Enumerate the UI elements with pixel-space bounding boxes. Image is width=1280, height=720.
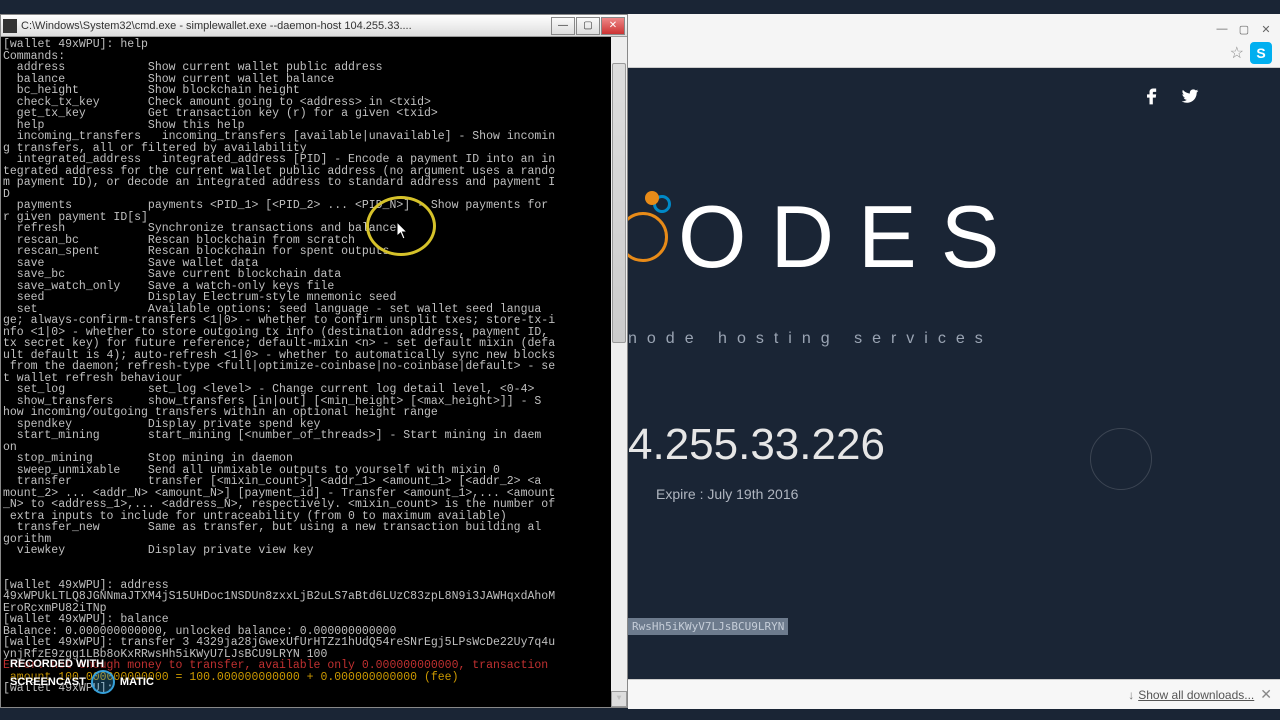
browser-chrome: — ▢ ✕ ☆ S <box>628 14 1280 68</box>
terminal-window: C:\Windows\System32\cmd.exe - simplewall… <box>0 14 628 708</box>
terminal-scrollbar[interactable]: ▲ ▼ <box>611 37 627 707</box>
terminal-title: C:\Windows\System32\cmd.exe - simplewall… <box>21 20 550 32</box>
browser-minimize-button[interactable]: — <box>1212 20 1232 38</box>
maximize-button[interactable]: ▢ <box>576 17 600 35</box>
expire-date: Expire : July 19th 2016 <box>656 486 798 502</box>
bookmark-star-icon[interactable]: ☆ <box>1230 43 1244 63</box>
twitter-icon[interactable] <box>1180 86 1200 106</box>
terminal-titlebar: C:\Windows\System32\cmd.exe - simplewall… <box>1 15 627 37</box>
browser-toolbar: ☆ S <box>628 38 1280 67</box>
page-content: ODES node hosting services 4.255.33.226 … <box>628 68 1280 708</box>
terminal-help-block: address Show current wallet public addre… <box>3 61 555 557</box>
scroll-track[interactable] <box>611 53 627 691</box>
browser-window-controls: — ▢ ✕ <box>628 14 1280 38</box>
download-arrow-icon: ↓ <box>1128 688 1134 702</box>
terminal-window-controls: — ▢ ✕ <box>550 17 625 35</box>
scroll-thumb[interactable] <box>612 63 626 343</box>
watermark-text: RECORDED WITH SCREENCAST MATIC <box>10 658 154 694</box>
minimize-button[interactable]: — <box>551 17 575 35</box>
brand-logo: ODES <box>628 186 1023 288</box>
cmd-icon <box>3 19 17 33</box>
facebook-icon[interactable] <box>1142 86 1162 106</box>
logo-circle-icon <box>628 212 668 262</box>
show-all-downloads-link[interactable]: Show all downloads... <box>1138 688 1254 702</box>
ip-address: 4.255.33.226 <box>628 420 885 470</box>
close-button[interactable]: ✕ <box>601 17 625 35</box>
chrome-download-bar: ↓ Show all downloads... ✕ <box>628 679 1280 709</box>
background-decoration <box>1090 428 1240 578</box>
watermark-line2: SCREENCAST MATIC <box>10 670 154 694</box>
scroll-down-arrow[interactable]: ▼ <box>611 691 627 707</box>
browser-window: — ▢ ✕ ☆ S ODES node hosting services 4.2… <box>628 14 1280 708</box>
watermark-circle-icon <box>91 670 115 694</box>
brand-title: ODES <box>678 186 1023 288</box>
browser-maximize-button[interactable]: ▢ <box>1234 20 1254 38</box>
social-links <box>1142 86 1200 106</box>
selected-text[interactable]: RwsHh5iKWyV7LJsBCU9LRYN <box>628 618 788 635</box>
skype-extension-icon[interactable]: S <box>1250 42 1272 64</box>
brand-tagline: node hosting services <box>628 330 993 348</box>
screencast-watermark: RECORDED WITH SCREENCAST MATIC <box>10 658 154 694</box>
watermark-line1: RECORDED WITH <box>10 658 154 670</box>
browser-close-button[interactable]: ✕ <box>1256 20 1276 38</box>
download-bar-close-icon[interactable]: ✕ <box>1260 686 1272 703</box>
terminal-output[interactable]: [wallet 49xWPU]: help Commands: address … <box>1 37 627 707</box>
